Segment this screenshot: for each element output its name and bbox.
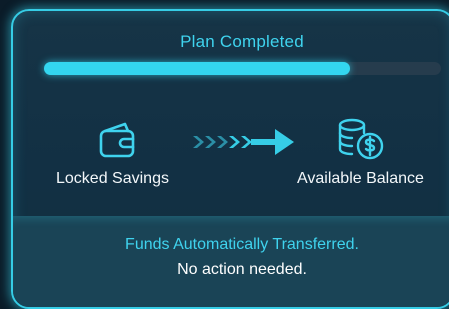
destination-label: Available Balance	[297, 170, 424, 187]
coins-dollar-icon	[335, 116, 387, 166]
wallet-icon	[96, 118, 140, 162]
plan-title: Plan Completed	[180, 32, 304, 51]
source-label: Locked Savings	[56, 170, 169, 187]
transfer-message: Funds Automatically Transferred.	[125, 236, 359, 253]
no-action-message: No action needed.	[177, 261, 307, 278]
plan-status-card: Plan Completed Locked Savings Available …	[11, 9, 449, 309]
progress-bar	[44, 62, 441, 75]
arrow-right-icon	[193, 126, 298, 158]
progress-bar-fill	[44, 62, 350, 75]
